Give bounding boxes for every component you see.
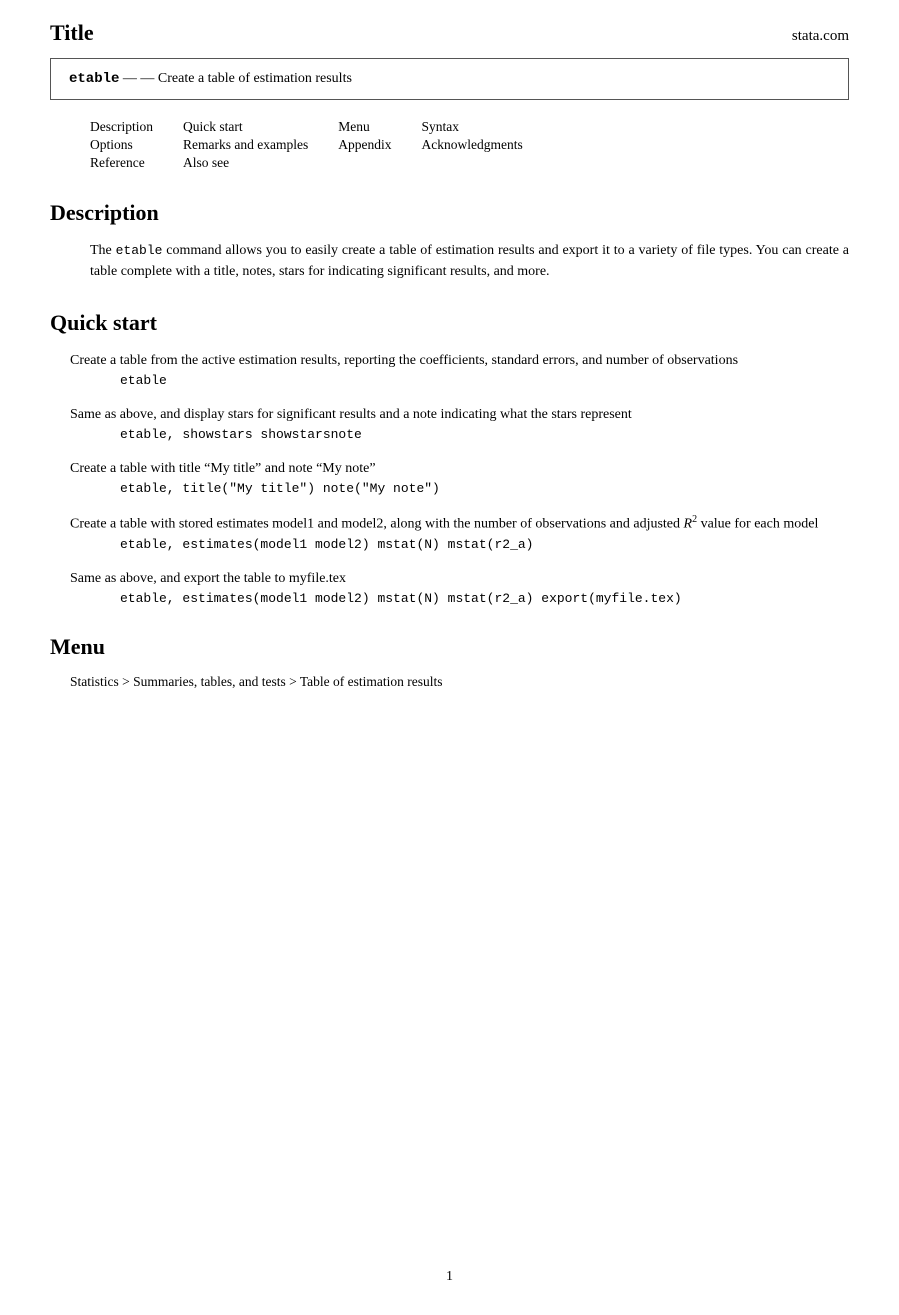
r-squared-italic: R [684, 517, 693, 532]
title-box-command: etable [69, 71, 119, 87]
nav-menu[interactable]: Menu [338, 119, 370, 134]
list-item: Create a table with title “My title” and… [70, 458, 849, 496]
quick-start-section: Quick start Create a table from the acti… [50, 310, 849, 606]
item-code-5: etable, estimates(model1 model2) mstat(N… [120, 591, 849, 606]
quick-start-heading: Quick start [50, 310, 849, 336]
description-paragraph: The etable command allows you to easily … [90, 240, 849, 282]
list-item: Create a table from the active estimatio… [70, 350, 849, 388]
nav-table: Description Quick start Menu Syntax Opti… [50, 118, 849, 172]
statistics-label: Statistics [70, 674, 119, 689]
description-heading: Description [50, 200, 849, 226]
item-desc-3: Create a table with title “My title” and… [70, 458, 849, 479]
nav-description[interactable]: Description [90, 119, 153, 134]
item-desc-2: Same as above, and display stars for sig… [70, 404, 849, 425]
item-desc-4: Create a table with stored estimates mod… [70, 512, 849, 535]
title-box-description: — Create a table of estimation results [140, 71, 352, 86]
title-box: etable — — Create a table of estimation … [50, 58, 849, 100]
menu-path: Statistics > Summaries, tables, and test… [70, 674, 849, 690]
item-desc-5: Same as above, and export the table to m… [70, 568, 849, 589]
nav-reference[interactable]: Reference [90, 155, 145, 170]
summaries-label: Summaries, tables, and tests [133, 674, 286, 689]
item-code-1: etable [120, 373, 849, 388]
item-code-2: etable, showstars showstarsnote [120, 427, 849, 442]
nav-options[interactable]: Options [90, 137, 133, 152]
item-desc-1: Create a table from the active estimatio… [70, 350, 849, 371]
nav-acknowledgments[interactable]: Acknowledgments [421, 137, 522, 152]
list-item: Same as above, and export the table to m… [70, 568, 849, 606]
page-header: Title stata.com [50, 20, 849, 46]
gt-2: > [289, 674, 300, 689]
description-section: Description The etable command allows yo… [50, 200, 849, 282]
item-code-4: etable, estimates(model1 model2) mstat(N… [120, 537, 849, 552]
item-code-3: etable, title("My title") note("My note"… [120, 481, 849, 496]
etable-code-desc: etable [116, 243, 163, 258]
title-box-separator: — [123, 71, 137, 86]
list-item: Same as above, and display stars for sig… [70, 404, 849, 442]
stata-logo: stata.com [792, 28, 849, 45]
nav-remarks[interactable]: Remarks and examples [183, 137, 308, 152]
nav-also-see[interactable]: Also see [183, 155, 229, 170]
gt-1: > [122, 674, 133, 689]
nav-quick-start[interactable]: Quick start [183, 119, 243, 134]
menu-section: Menu Statistics > Summaries, tables, and… [50, 634, 849, 690]
page-number: 1 [446, 1269, 453, 1285]
list-item: Create a table with stored estimates mod… [70, 512, 849, 552]
nav-syntax[interactable]: Syntax [421, 119, 459, 134]
nav-appendix[interactable]: Appendix [338, 137, 391, 152]
menu-heading: Menu [50, 634, 849, 660]
page-title: Title [50, 20, 94, 46]
table-label: Table of estimation results [300, 674, 443, 689]
